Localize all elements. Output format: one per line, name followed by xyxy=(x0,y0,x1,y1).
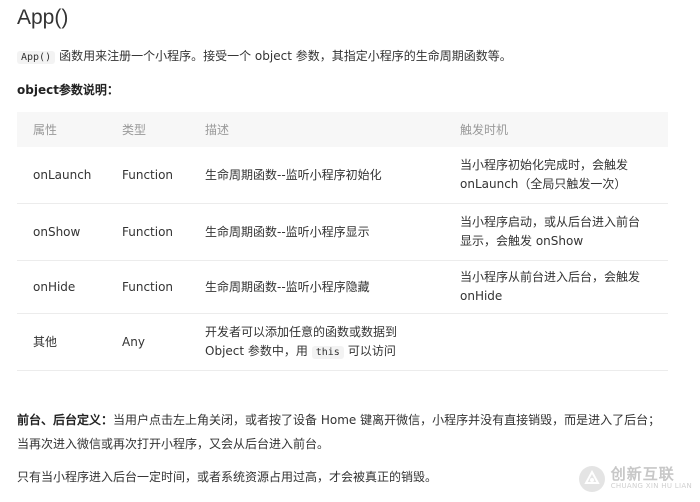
cell-name: 其他 xyxy=(17,313,122,371)
paragraph-bold-lead: 前台、后台定义： xyxy=(17,413,114,427)
cell-desc: 生命周期函数--监听小程序隐藏 xyxy=(205,260,460,314)
cell-trigger-line: 当小程序启动，或从后台进入前台 xyxy=(460,215,641,229)
table-row: onShow Function 生命周期函数--监听小程序显示 当小程序启动，或… xyxy=(17,203,668,261)
cell-trigger-line: onLaunch（全局只触发一次） xyxy=(460,177,627,191)
page-title: App() xyxy=(17,6,69,29)
cell-desc: 开发者可以添加任意的函数或数据到 Object 参数中，用 this 可以访问 xyxy=(205,313,460,371)
cell-trigger xyxy=(460,313,668,371)
table-row: onHide Function 生命周期函数--监听小程序隐藏 当小程序从前台进… xyxy=(17,260,668,314)
paragraph-continuation: 当再次进入微信或再次打开小程序，又会从后台进入前台。 xyxy=(17,437,330,451)
section-heading: object参数说明： xyxy=(17,83,119,97)
paragraph-destroy: 只有当小程序进入后台一定时间，或者系统资源占用过高，才会被真正的销毁。 xyxy=(17,470,438,484)
cell-desc-text: 可以访问 xyxy=(347,343,396,358)
cell-name: onLaunch xyxy=(17,147,122,204)
watermark-main-text: 创新互联 xyxy=(610,465,675,484)
table-row: 其他 Any 开发者可以添加任意的函数或数据到 Object 参数中，用 thi… xyxy=(17,313,668,371)
inline-code-app: App() xyxy=(17,51,56,64)
header-cell-type: 类型 xyxy=(122,123,147,137)
table-header-row: 属性 类型 描述 触发时机 xyxy=(17,112,668,147)
cell-desc-line: 生命周期函数--监听小程序显示 xyxy=(205,224,370,239)
cell-desc: 生命周期函数--监听小程序初始化 xyxy=(205,147,460,204)
cell-type: Function xyxy=(122,203,205,261)
table-row: onLaunch Function 生命周期函数--监听小程序初始化 当小程序初… xyxy=(17,147,668,204)
params-table: 属性 类型 描述 触发时机 onLaunch Function 生命周期函数--… xyxy=(17,112,668,371)
cell-type: Function xyxy=(122,147,205,204)
cell-desc-line: Object 参数中，用 this 可以访问 xyxy=(205,342,460,362)
watermark-text: 创新互联 CHUANG XIN HU LIAN xyxy=(611,467,692,490)
inline-code-this: this xyxy=(311,345,344,359)
cell-name: onHide xyxy=(17,260,122,314)
cell-trigger-line: 显示，会触发 onShow xyxy=(460,234,584,248)
cell-trigger-line: 当小程序从前台进入后台，会触发 xyxy=(460,270,641,284)
cell-trigger: 当小程序初始化完成时，会触发 onLaunch（全局只触发一次） xyxy=(460,147,668,204)
watermark-sub-text: CHUANG XIN HU LIAN xyxy=(610,482,692,491)
header-cell-attribute: 属性 xyxy=(33,123,58,137)
header-cell-trigger: 触发时机 xyxy=(460,123,509,137)
cell-desc-text: Object 参数中，用 xyxy=(205,343,308,358)
cell-desc-line: 开发者可以添加任意的函数或数据到 xyxy=(205,324,398,339)
cell-trigger: 当小程序启动，或从后台进入前台 显示，会触发 onShow xyxy=(460,203,668,261)
document-page: App() App() 函数用来注册一个小程序。接受一个 object 参数，其指… xyxy=(0,0,700,502)
cell-trigger: 当小程序从前台进入后台，会触发 onHide xyxy=(460,260,668,314)
cell-desc: 生命周期函数--监听小程序显示 xyxy=(205,203,460,261)
cell-type: Function xyxy=(122,260,205,314)
intro-paragraph: App() 函数用来注册一个小程序。接受一个 object 参数，其指定小程序的生… xyxy=(17,47,512,64)
cell-type: Any xyxy=(122,313,205,371)
header-cell-description: 描述 xyxy=(205,123,230,137)
cell-name: onShow xyxy=(17,203,122,261)
cell-desc-line: 生命周期函数--监听小程序隐藏 xyxy=(205,279,370,294)
paragraph-foreground-background: 前台、后台定义：当用户点击左上角关闭，或者按了设备 Home 键离开微信，小程序… xyxy=(17,411,660,428)
intro-text: 函数用来注册一个小程序。接受一个 object 参数，其指定小程序的生命周期函数… xyxy=(59,49,512,63)
watermark: 创新互联 CHUANG XIN HU LIAN xyxy=(578,466,692,492)
watermark-logo-icon xyxy=(578,466,605,492)
paragraph-text: 当用户点击左上角关闭，或者按了设备 Home 键离开微信，小程序并没有直接销毁，… xyxy=(113,413,661,427)
cell-trigger-line: 当小程序初始化完成时，会触发 xyxy=(460,158,629,172)
cell-trigger-line: onHide xyxy=(460,289,503,303)
cell-desc-line: 生命周期函数--监听小程序初始化 xyxy=(205,167,382,182)
